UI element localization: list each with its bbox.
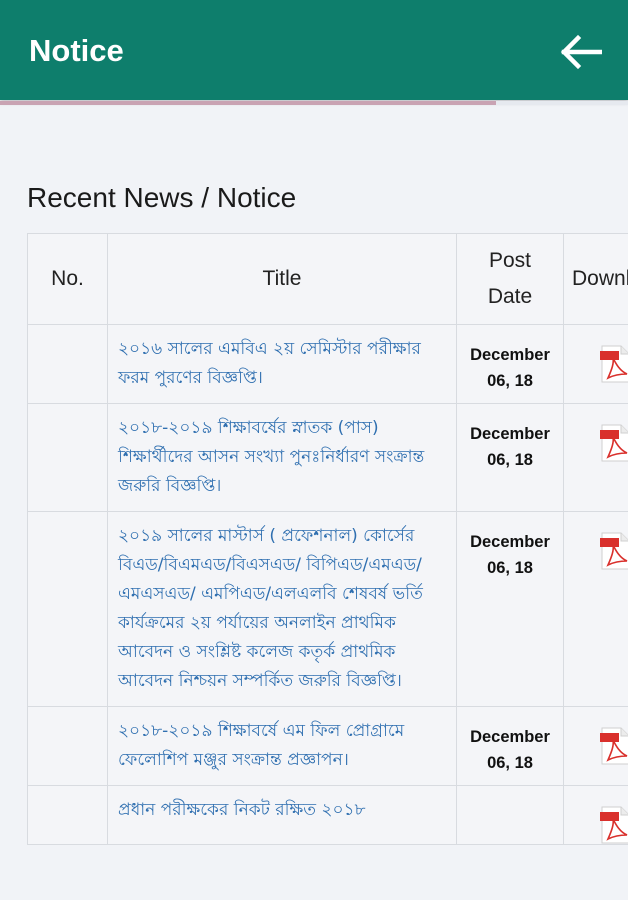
header-post-date-line2: Date [487,285,533,308]
date-line2: 06, 18 [487,754,533,772]
cell-date: December 06, 18 [456,403,564,512]
app-bar: Notice [0,0,628,100]
cell-download [563,403,628,512]
pdf-icon[interactable] [600,806,628,844]
pdf-icon[interactable] [600,345,628,383]
header-no: No. [27,233,108,325]
date-line1: December [470,533,550,551]
section-title: Recent News / Notice [27,182,297,213]
page-title: Notice [29,33,124,68]
cell-title: ২০১৮-২০১৯ শিক্ষাবর্ষে এম ফিল প্রোগ্রামে … [107,706,457,786]
cell-title: প্রধান পরীক্ষকের নিকট রক্ষিত ২০১৮ [107,785,457,845]
cell-date: December 06, 18 [456,511,564,707]
cell-download [563,706,628,786]
cell-no [27,324,108,404]
header-download: Download [563,233,628,325]
cell-download [563,785,628,845]
cell-date: December 06, 18 [456,706,564,786]
header-title: Title [107,233,457,325]
date-line1: December [470,425,550,443]
back-button[interactable] [558,32,603,72]
cell-download [563,324,628,404]
date-line2: 06, 18 [487,372,533,390]
pdf-icon[interactable] [600,532,628,570]
notice-link[interactable]: প্রধান পরীক্ষকের নিকট রক্ষিত ২০১৮ [108,786,456,835]
table-header-row: No. Title Post Date Download [27,233,628,325]
notice-table: No. Title Post Date Download ২০১৬ সালের … [27,233,628,845]
cell-title: ২০১৬ সালের এমবিএ ২য় সেমিস্টার পরীক্ষার … [107,324,457,404]
date-line2: 06, 18 [487,559,533,577]
cell-date: December 06, 18 [456,324,564,404]
table-row: ২০১৮-২০১৯ শিক্ষাবর্ষে এম ফিল প্রোগ্রামে … [27,706,628,786]
cell-title: ২০১৯ সালের মাস্টার্স ( প্রফেশনাল) কোর্সে… [107,511,457,707]
progress-fill [0,101,497,105]
cell-title: ২০১৮-২০১৯ শিক্ষাবর্ষের স্নাতক (পাস) শিক্… [107,403,457,512]
table-row: ২০১৯ সালের মাস্টার্স ( প্রফেশনাল) কোর্সে… [27,511,628,707]
table-row: ২০১৬ সালের এমবিএ ২য় সেমিস্টার পরীক্ষার … [27,324,628,404]
cell-no [27,511,108,707]
cell-download [563,511,628,707]
table-row: ২০১৮-২০১৯ শিক্ষাবর্ষের স্নাতক (পাস) শিক্… [27,403,628,512]
cell-no [27,403,108,512]
pdf-icon[interactable] [600,727,628,765]
header-post-date-line1: Post [488,249,532,272]
cell-no [27,706,108,786]
cell-no [27,785,108,845]
notice-table-scroll[interactable]: No. Title Post Date Download ২০১৬ সালের … [27,233,628,900]
header-post-date: Post Date [456,233,564,325]
table-row: প্রধান পরীক্ষকের নিকট রক্ষিত ২০১৮ [27,785,628,845]
loading-progress-bar [0,101,628,105]
date-line2: 06, 18 [487,451,533,469]
pdf-icon[interactable] [600,424,628,462]
notice-link[interactable]: ২০১৬ সালের এমবিএ ২য় সেমিস্টার পরীক্ষার … [108,325,456,403]
date-line1: December [470,728,550,746]
notice-link[interactable]: ২০১৮-২০১৯ শিক্ষাবর্ষে এম ফিল প্রোগ্রামে … [108,707,456,785]
notice-link[interactable]: ২০১৯ সালের মাস্টার্স ( প্রফেশনাল) কোর্সে… [108,512,456,706]
cell-date [456,785,564,845]
date-line1: December [470,346,550,364]
notice-link[interactable]: ২০১৮-২০১৯ শিক্ষাবর্ষের স্নাতক (পাস) শিক্… [108,404,456,511]
arrow-left-icon [560,34,603,70]
